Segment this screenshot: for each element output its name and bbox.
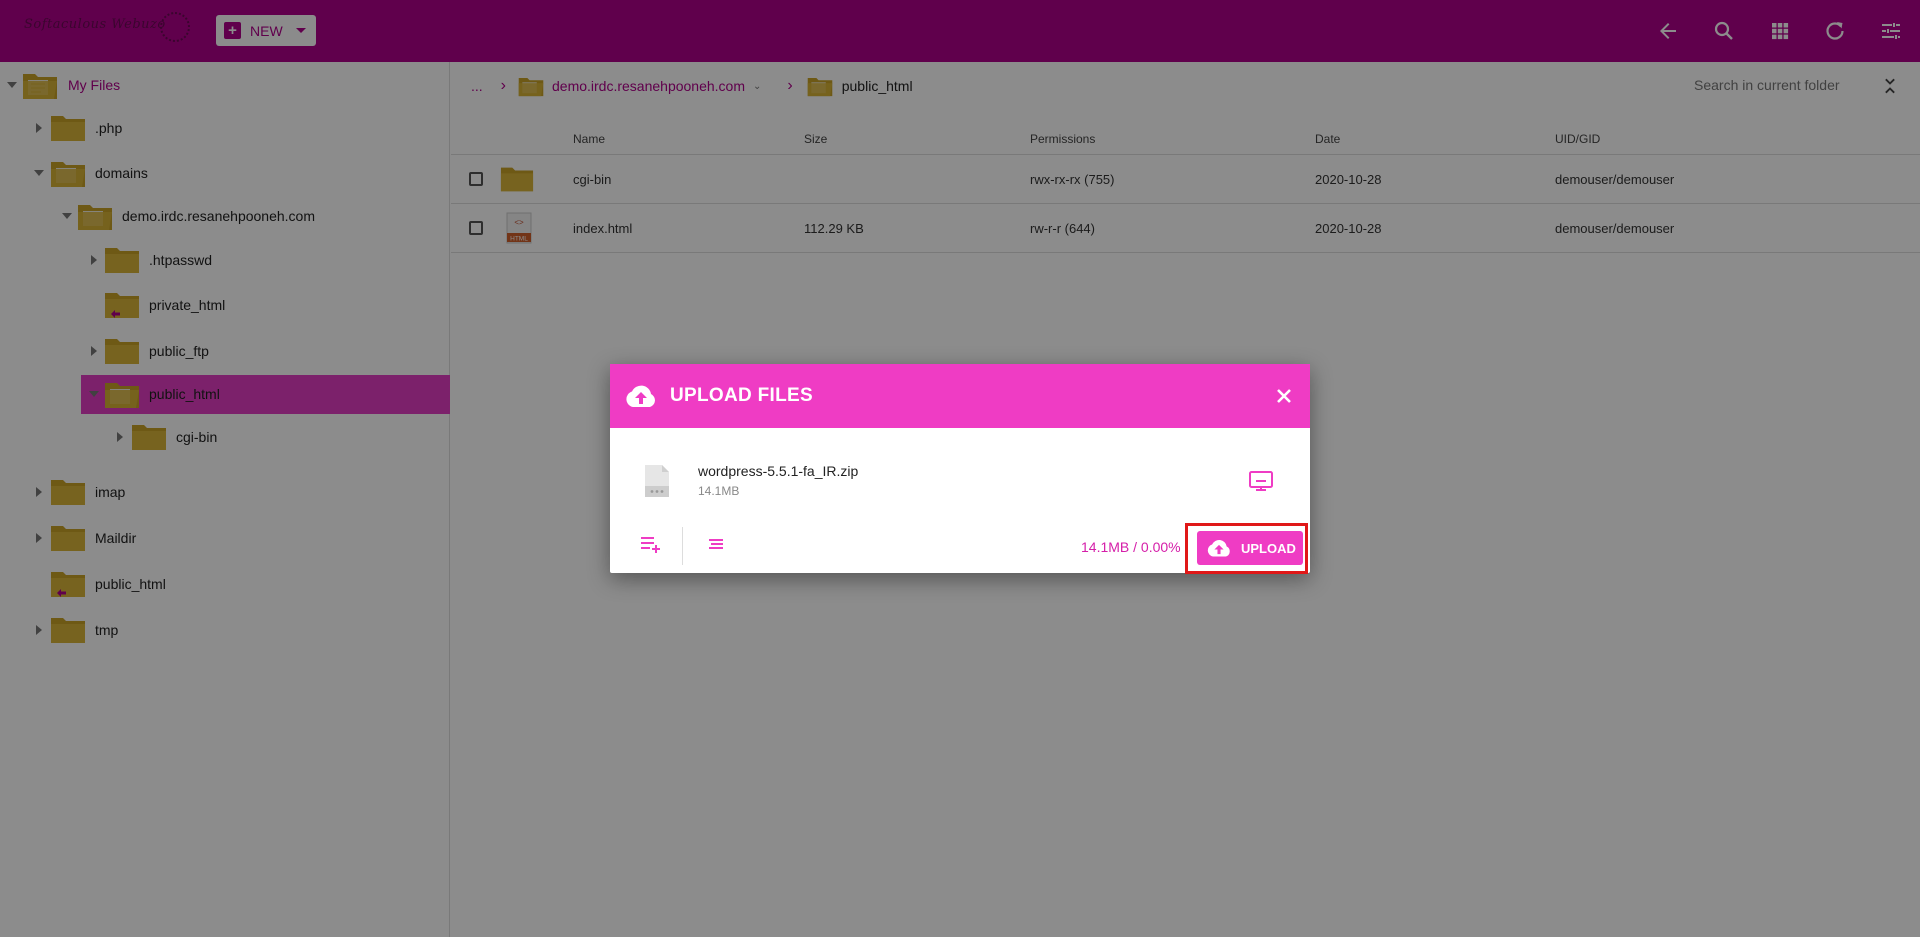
upload-file-size: 14.1MB	[698, 484, 740, 498]
upload-file-name: wordpress-5.5.1-fa_IR.zip	[698, 463, 859, 479]
upload-progress-text: 14.1MB / 0.00%	[1081, 539, 1181, 555]
monitor-icon[interactable]	[1248, 469, 1274, 493]
toolbar-divider	[682, 527, 683, 565]
zip-file-icon	[645, 465, 669, 497]
annotation-highlight-box	[1185, 523, 1308, 574]
close-icon[interactable]	[1272, 384, 1296, 408]
dialog-header: UPLOAD FILES	[610, 364, 1310, 428]
list-icon[interactable]	[706, 534, 726, 554]
dialog-title: UPLOAD FILES	[670, 385, 813, 406]
cloud-upload-icon	[626, 385, 655, 407]
add-to-queue-icon[interactable]	[639, 534, 663, 554]
